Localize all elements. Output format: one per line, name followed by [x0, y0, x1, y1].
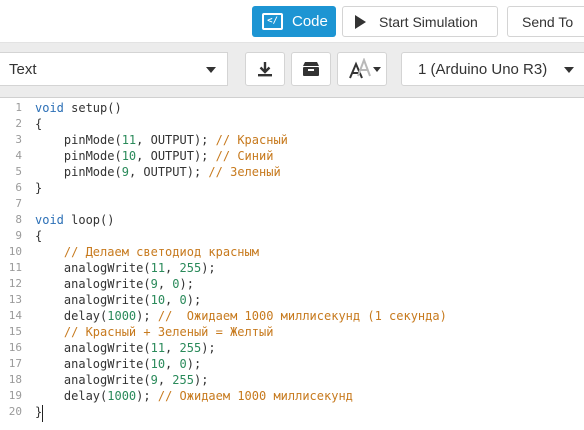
line-number: 19: [8, 389, 22, 402]
line-number: 3: [15, 133, 22, 146]
send-to-label: Send To: [522, 13, 574, 30]
line-number: 20: [8, 405, 22, 418]
editor-toolbar: Text 1 (Arduino Uno R3): [0, 43, 584, 98]
code-line: pinMode(11, OUTPUT); // Красный: [35, 133, 288, 147]
line-number: 9: [15, 229, 22, 242]
code-line: analogWrite(9, 0);: [35, 277, 194, 291]
board-select-value: 1 (Arduino Uno R3): [418, 60, 548, 78]
code-line: analogWrite(9, 255);: [35, 373, 209, 387]
code-editor[interactable]: 1 2 3 4 5 6 7 8 9 10 11 12 13 14 15 16 17 18 19 20 void set…: [0, 98, 584, 430]
library-icon: [303, 62, 319, 76]
line-number: 5: [15, 165, 22, 178]
chevron-down-icon: [564, 67, 574, 73]
code-button-label: Code: [292, 13, 328, 30]
start-simulation-label: Start Simulation: [379, 13, 478, 30]
line-number: 13: [8, 293, 22, 306]
code-line: {: [35, 229, 43, 243]
font-size-icon: [349, 58, 371, 79]
line-number: 6: [15, 181, 22, 194]
play-icon: [355, 14, 366, 29]
code-line: void loop(): [35, 213, 115, 227]
download-icon: [258, 62, 272, 77]
line-number: 10: [8, 245, 22, 258]
code-line: pinMode(9, OUTPUT); // Зеленый: [35, 165, 281, 179]
code-line: }: [35, 181, 43, 195]
library-button[interactable]: [291, 52, 331, 86]
code-line: {: [35, 117, 43, 131]
line-number: 4: [15, 149, 22, 162]
code-line: pinMode(10, OUTPUT); // Синий: [35, 149, 274, 163]
top-toolbar: </ Code Start Simulation Send To: [0, 0, 584, 43]
code-button[interactable]: </ Code: [252, 6, 336, 37]
code-icon: </: [262, 13, 283, 30]
download-button[interactable]: [245, 52, 285, 86]
chevron-down-icon: [206, 67, 216, 73]
line-number: 12: [8, 277, 22, 290]
code-line: analogWrite(10, 0);: [35, 293, 202, 307]
code-line: // Делаем светодиод красным: [63, 245, 259, 259]
code-line: analogWrite(10, 0);: [35, 357, 202, 371]
line-number: 16: [8, 341, 22, 354]
code-mode-select[interactable]: Text: [0, 52, 228, 86]
text-cursor: [42, 405, 43, 422]
code-line: delay(1000); // Ожидаем 1000 миллисекунд: [35, 389, 353, 403]
start-simulation-button[interactable]: Start Simulation: [342, 6, 498, 37]
line-number: 1: [15, 101, 22, 114]
chevron-down-icon: [373, 67, 381, 72]
code-line: analogWrite(11, 255);: [35, 261, 216, 275]
code-line: delay(1000); // Ожидаем 1000 миллисекунд…: [35, 309, 447, 323]
send-to-button[interactable]: Send To: [507, 6, 584, 37]
code-line: analogWrite(11, 255);: [35, 341, 216, 355]
line-number: 11: [8, 261, 22, 274]
line-number: 2: [15, 117, 22, 130]
code-mode-value: Text: [9, 60, 37, 78]
code-line: // Красный + Зеленый = Желтый: [63, 325, 274, 339]
board-select[interactable]: 1 (Arduino Uno R3): [401, 52, 584, 86]
line-number: 14: [8, 309, 22, 322]
line-number-gutter: 1 2 3 4 5 6 7 8 9 10 11 12 13 14 15 16 17 18 19 20: [0, 98, 27, 430]
font-size-button[interactable]: [337, 52, 387, 86]
line-number: 15: [8, 325, 22, 338]
code-line: void setup(): [35, 101, 122, 115]
line-number: 18: [8, 373, 22, 386]
line-number: 7: [15, 197, 22, 210]
line-number: 17: [8, 357, 22, 370]
line-number: 8: [15, 213, 22, 226]
